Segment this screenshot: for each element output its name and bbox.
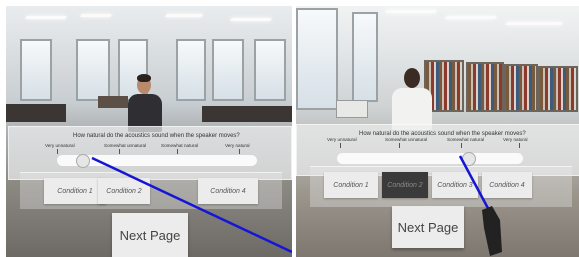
window <box>20 39 52 101</box>
window <box>352 12 378 102</box>
next-page-button[interactable]: Next Page <box>392 206 464 248</box>
condition-1-button[interactable]: Condition 1 <box>44 178 106 204</box>
scale-tick <box>119 149 120 154</box>
window <box>296 8 338 110</box>
ceiling-light <box>80 14 112 17</box>
scale-label: Somewhat unnatural <box>104 143 147 148</box>
bookshelf <box>504 64 538 112</box>
speaker-hair <box>137 74 151 82</box>
rating-slider[interactable] <box>337 152 523 166</box>
next-page-button[interactable]: Next Page <box>112 213 188 257</box>
slider-thumb[interactable] <box>75 154 90 168</box>
desk <box>6 104 66 122</box>
ceiling-light <box>165 14 203 17</box>
scale-label: Very natural <box>503 137 528 142</box>
ceiling-light <box>385 10 437 13</box>
window <box>76 39 110 101</box>
window <box>176 39 206 101</box>
slider-thumb[interactable] <box>462 152 477 166</box>
desk <box>202 106 292 122</box>
scale-tick <box>57 149 58 154</box>
scale-tick <box>340 143 341 148</box>
question-text: How natural do the acoustics sound when … <box>359 131 526 137</box>
scale-tick <box>519 143 520 148</box>
condition-2-button[interactable]: Condition 2 <box>98 178 150 204</box>
condition-3-button[interactable]: Condition 3 <box>432 172 478 198</box>
ceiling-light <box>505 22 563 25</box>
scale-tick <box>399 143 400 148</box>
vr-view-right: How natural do the acoustics sound when … <box>296 6 579 257</box>
scale-label: Somewhat natural <box>161 143 199 148</box>
scale-label: Somewhat unnatural <box>385 137 428 142</box>
condition-4-button[interactable]: Condition 4 <box>198 178 258 204</box>
ceiling-light <box>445 16 497 19</box>
window <box>254 39 286 101</box>
condition-2-button[interactable]: Condition 2 <box>382 172 428 198</box>
question-text: How natural do the acoustics sound when … <box>73 133 240 139</box>
condition-4-button[interactable]: Condition 4 <box>482 172 532 198</box>
vr-view-left: How natural do the acoustics sound when … <box>6 6 292 257</box>
ceiling-light <box>25 16 67 19</box>
scale-label: Somewhat natural <box>447 137 485 142</box>
ceiling-light <box>230 18 272 21</box>
scale-label: Very unnatural <box>45 143 75 148</box>
window <box>212 39 244 101</box>
speaker-head <box>404 68 420 88</box>
cabinet <box>98 96 128 108</box>
bookshelf <box>538 66 578 112</box>
condition-1-button[interactable]: Condition 1 <box>324 172 378 198</box>
side-table <box>336 100 368 118</box>
scale-tick <box>239 149 240 154</box>
scale-tick <box>461 143 462 148</box>
bookshelf <box>466 62 504 112</box>
rating-slider[interactable] <box>57 154 257 168</box>
scale-tick <box>177 149 178 154</box>
scale-label: Very natural <box>225 143 250 148</box>
scale-label: Very unnatural <box>327 137 357 142</box>
